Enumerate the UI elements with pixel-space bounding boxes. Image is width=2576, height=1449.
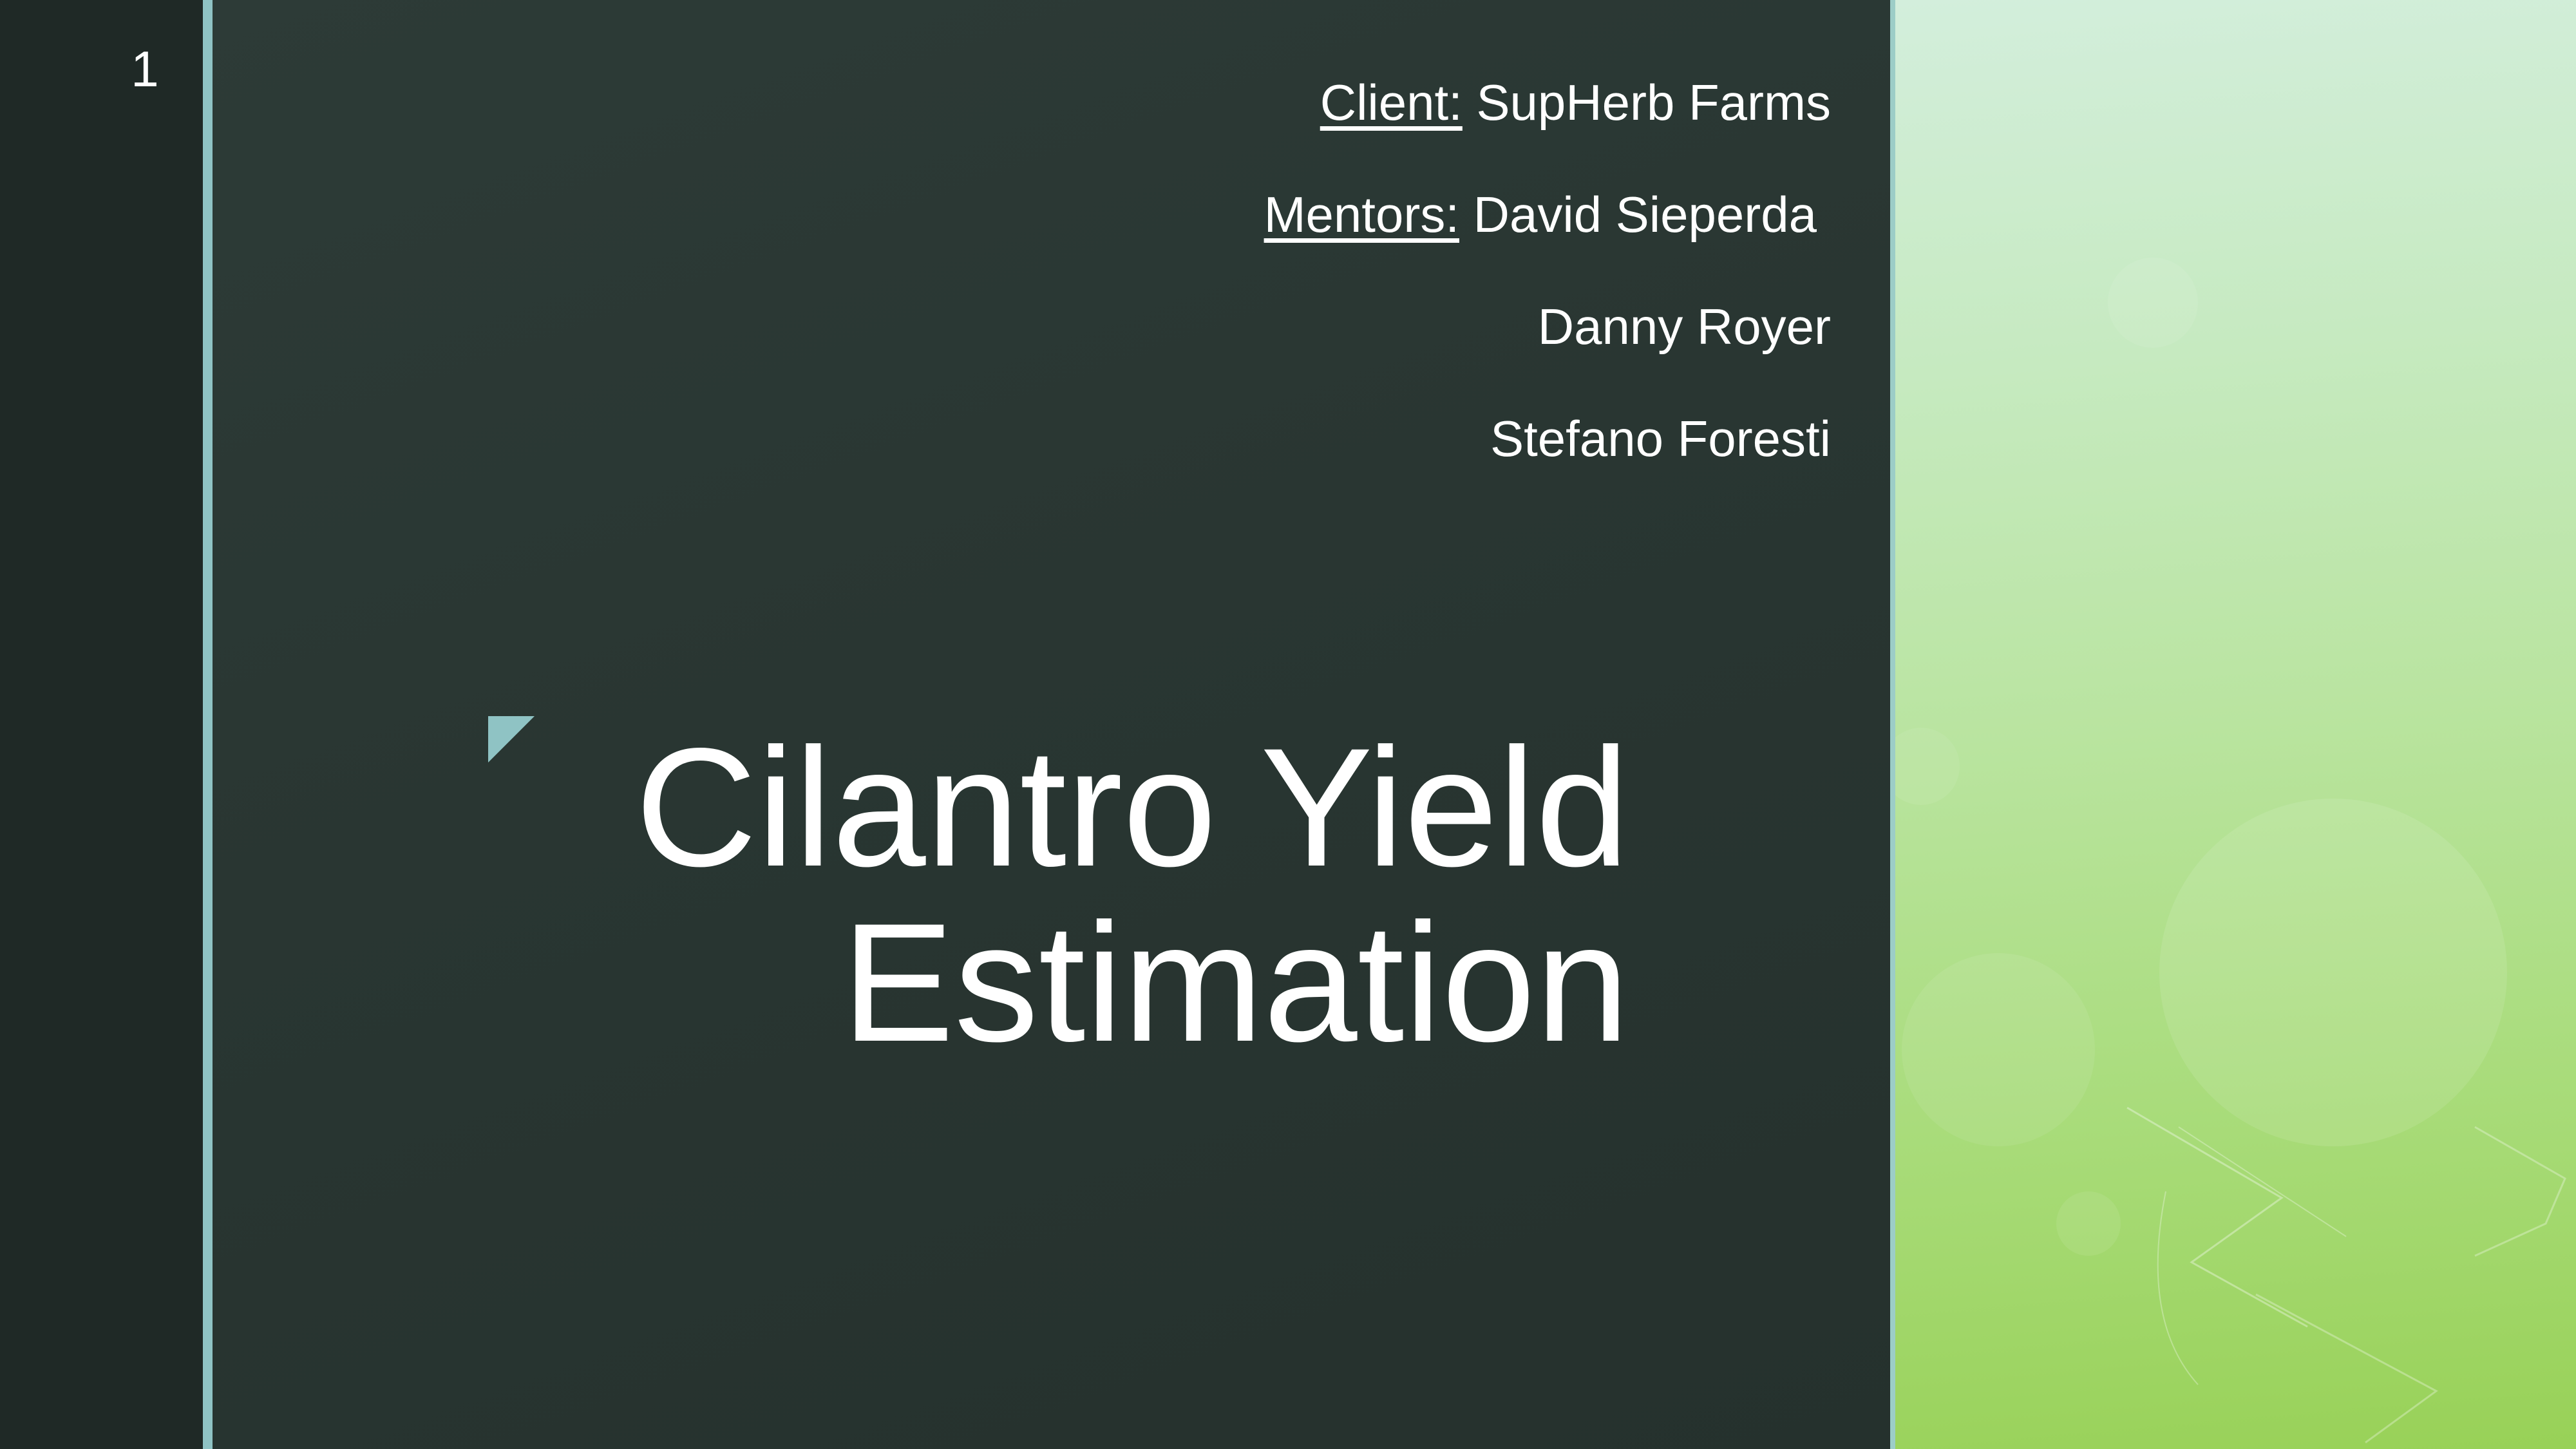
panel-divider bbox=[1890, 0, 1895, 1449]
title-line: Estimation bbox=[841, 888, 1629, 1077]
mentors-row: Mentors: David Sieperda bbox=[1264, 158, 1831, 270]
slide-number: 1 bbox=[131, 41, 159, 97]
client-name: SupHerb Farms bbox=[1476, 74, 1832, 131]
title-slide: 1 Client: SupHerb Farms Mentors: David S… bbox=[0, 0, 2576, 1449]
mentor-row: Stefano Foresti bbox=[1264, 383, 1831, 495]
title-line: Cilantro Yield bbox=[635, 713, 1629, 902]
mentor-name: Danny Royer bbox=[1537, 298, 1831, 355]
mentor-row: Danny Royer bbox=[1264, 270, 1831, 383]
mentor-name: Stefano Foresti bbox=[1490, 410, 1831, 467]
client-row: Client: SupHerb Farms bbox=[1264, 46, 1831, 158]
triangle-corner-icon bbox=[488, 716, 535, 762]
mentors-label: Mentors: bbox=[1264, 186, 1459, 243]
accent-line bbox=[203, 0, 213, 1449]
left-band bbox=[0, 0, 203, 1449]
bokeh-decoration bbox=[1895, 258, 2566, 1444]
slide-title: Cilantro Yield Estimation bbox=[635, 720, 1629, 1070]
mentor-name: David Sieperda bbox=[1473, 186, 1817, 243]
decorative-photo-panel bbox=[1895, 0, 2576, 1449]
client-label: Client: bbox=[1320, 74, 1463, 131]
credits-block: Client: SupHerb Farms Mentors: David Sie… bbox=[1264, 46, 1831, 495]
